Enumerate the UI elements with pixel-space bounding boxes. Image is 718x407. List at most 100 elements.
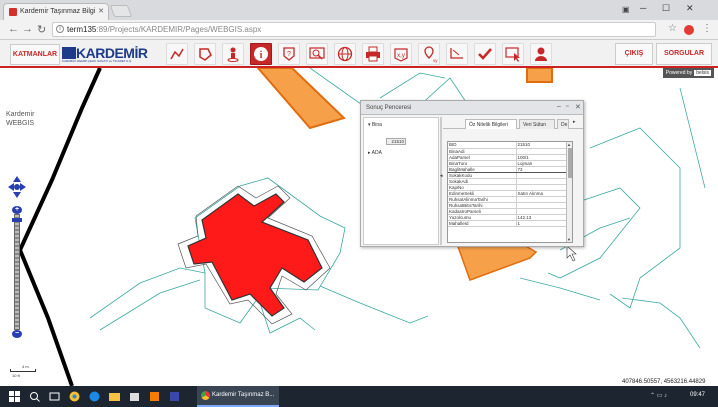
site-info-icon[interactable]: i <box>56 25 64 33</box>
zoom-in-icon[interactable]: + <box>12 206 22 214</box>
results-close-icon[interactable]: ✕ <box>575 103 581 111</box>
line-measure-tool[interactable] <box>446 43 468 65</box>
scroll-thumb[interactable] <box>568 148 572 178</box>
app-icon-orange[interactable] <box>148 390 161 403</box>
taskbar-clock: 09:47 <box>690 392 706 398</box>
scale-bar-line <box>10 369 36 372</box>
address-bar: ← → ↻ i term135:89/Projects/KARDEMIR/Pag… <box>0 20 718 40</box>
maximize-icon[interactable]: ☐ <box>662 3 670 14</box>
app-title: Kardemir WEBGIS <box>6 110 34 128</box>
tab-close-icon[interactable]: ✕ <box>98 7 104 15</box>
polygon-tool[interactable] <box>194 43 216 65</box>
svg-text:x,y: x,y <box>397 53 405 59</box>
check-icon <box>478 48 492 60</box>
tree-leaf-bina-record[interactable]: 21510 <box>386 138 406 145</box>
attribute-key: MahalleId <box>448 220 517 227</box>
katmanlar-button[interactable]: KATMANLAR <box>10 44 60 65</box>
windows-start-icon[interactable] <box>8 390 21 403</box>
zoom-slider-thumb[interactable] <box>12 218 22 222</box>
attribute-grid: BID 21510 BinaAdi AdaParsel 100/1 BinaTuru Loj… <box>447 141 573 243</box>
app-title-line1: Kardemir <box>6 111 35 118</box>
system-tray-icons[interactable]: ⌃ ▭ ♪ <box>650 392 667 399</box>
forward-icon[interactable]: → <box>22 23 33 35</box>
app-toolbar: KATMANLAR KARDEMİR KARABÜK DEMİR ÇELİK S… <box>0 40 718 68</box>
print-icon <box>366 46 380 62</box>
splitter-collapse-icon[interactable]: ◂ <box>440 173 443 179</box>
url-path: :89/Projects/KARDEMIR/Pages/WEBGIS.aspx <box>96 25 262 34</box>
results-titlebar[interactable]: Sonuç Penceresi – ▫ ✕ <box>361 101 583 115</box>
chrome-app-icon <box>201 391 210 400</box>
tabs-scroll-right-icon[interactable]: ▸ <box>573 119 576 125</box>
attribute-row[interactable]: MahalleId 1 <box>448 220 568 227</box>
zoom-slider-track[interactable] <box>14 214 20 330</box>
help-shape-tool[interactable]: ? <box>278 43 300 65</box>
task-view-icon[interactable] <box>48 390 61 403</box>
kardemir-logo: KARDEMİR KARABÜK DEMİR ÇELİK SANAYİ ve T… <box>62 44 160 65</box>
user-tool[interactable] <box>530 43 552 65</box>
reload-icon[interactable]: ↻ <box>37 23 46 36</box>
kardemir-favicon-icon <box>9 8 17 16</box>
extension-icon[interactable] <box>684 25 694 35</box>
profile-icon[interactable]: ▣ <box>622 5 630 14</box>
select-cursor-icon <box>505 47 520 62</box>
globe-tool[interactable] <box>334 43 356 65</box>
location-xy-tool[interactable]: xy <box>418 43 440 65</box>
info-tool[interactable]: i <box>250 43 272 65</box>
print-tool[interactable] <box>362 43 384 65</box>
logo-mark-icon <box>62 47 76 59</box>
zoom-out-icon[interactable]: − <box>12 330 22 338</box>
file-explorer-icon[interactable] <box>108 390 121 403</box>
results-title: Sonuç Penceresi <box>366 105 412 111</box>
pan-control[interactable] <box>8 176 26 198</box>
tree-node-ada[interactable]: ▸ ADA <box>368 150 382 156</box>
taskbar-active-app[interactable]: Kardemir Taşınmaz B... <box>197 386 279 407</box>
polygon-icon <box>199 48 212 61</box>
coordinate-xy-tool[interactable]: x,y <box>390 43 412 65</box>
window-close-icon[interactable]: ✕ <box>686 3 694 14</box>
results-maximize-icon[interactable]: ▫ <box>566 103 568 110</box>
chrome-taskbar-icon[interactable] <box>68 390 81 403</box>
scroll-down-icon[interactable]: ▼ <box>567 237 571 242</box>
new-tab-button[interactable] <box>109 5 133 17</box>
url-host: term135 <box>67 25 97 34</box>
results-tree: ▾ Bina 21510 ▸ ADA <box>363 117 439 245</box>
scale-bottom-label: 10 ft <box>12 373 20 378</box>
search-icon[interactable] <box>28 390 41 403</box>
screen: Kardemir Taşınmaz Bilgi ✕ ▣ ─ ☐ ✕ ← → ↻ … <box>0 0 718 407</box>
store-icon[interactable] <box>128 390 141 403</box>
tab-veri-sutun[interactable]: Veri Sütun <box>519 119 555 129</box>
bookmark-star-icon[interactable]: ☆ <box>668 23 677 34</box>
help-shape-icon: ? <box>283 47 295 61</box>
edge-icon[interactable] <box>88 390 101 403</box>
coordinate-readout: 407846.50557, 4563216.44829 <box>622 379 706 385</box>
logo-subtext: KARABÜK DEMİR ÇELİK SANAYİ ve TİCARET A.… <box>62 59 132 63</box>
zoom-slider[interactable]: + − <box>12 206 22 338</box>
tab-oz-nitelik[interactable]: Öz Nitelik Bilgileri <box>465 119 517 129</box>
powered-by-text: Powered by <box>665 70 693 76</box>
results-tabs: Öz Nitelik Bilgileri Veri Sütun De ▸ <box>443 117 583 129</box>
cikis-button[interactable]: ÇIKIŞ <box>615 43 653 65</box>
tree-node-bina[interactable]: ▾ Bina <box>368 122 382 128</box>
results-splitter[interactable] <box>440 117 442 245</box>
check-tool[interactable] <box>474 43 496 65</box>
scale-bar: 4 m 10 ft <box>10 364 36 378</box>
results-minimize-icon[interactable]: – <box>557 103 561 110</box>
url-field[interactable]: i term135:89/Projects/KARDEMIR/Pages/WEB… <box>52 22 656 37</box>
results-window[interactable]: Sonuç Penceresi – ▫ ✕ ▾ Bina 21510 ▸ ADA… <box>360 100 584 247</box>
measure-line-tool[interactable] <box>166 43 188 65</box>
attribute-value: 1 <box>516 220 568 227</box>
attribute-scrollbar[interactable]: ▲ ▼ <box>566 142 572 242</box>
select-cursor-tool[interactable] <box>502 43 524 65</box>
browser-menu-icon[interactable]: ⋮ <box>702 23 712 34</box>
map-canvas[interactable]: Powered by belsis Kardemir WEBGIS + − 4 m <box>0 68 718 386</box>
minimize-icon[interactable]: ─ <box>640 3 646 13</box>
tab-de[interactable]: De <box>557 119 569 129</box>
sorgular-button[interactable]: SORGULAR <box>656 43 712 65</box>
zoom-rectangle-tool[interactable] <box>306 43 328 65</box>
scroll-up-icon[interactable]: ▲ <box>567 142 571 147</box>
back-icon[interactable]: ← <box>8 23 19 35</box>
app-icon-blue[interactable] <box>168 390 181 403</box>
person-pin-tool[interactable] <box>222 43 244 65</box>
browser-tab[interactable]: Kardemir Taşınmaz Bilgi ✕ <box>3 3 109 20</box>
person-pin-icon <box>227 47 239 62</box>
